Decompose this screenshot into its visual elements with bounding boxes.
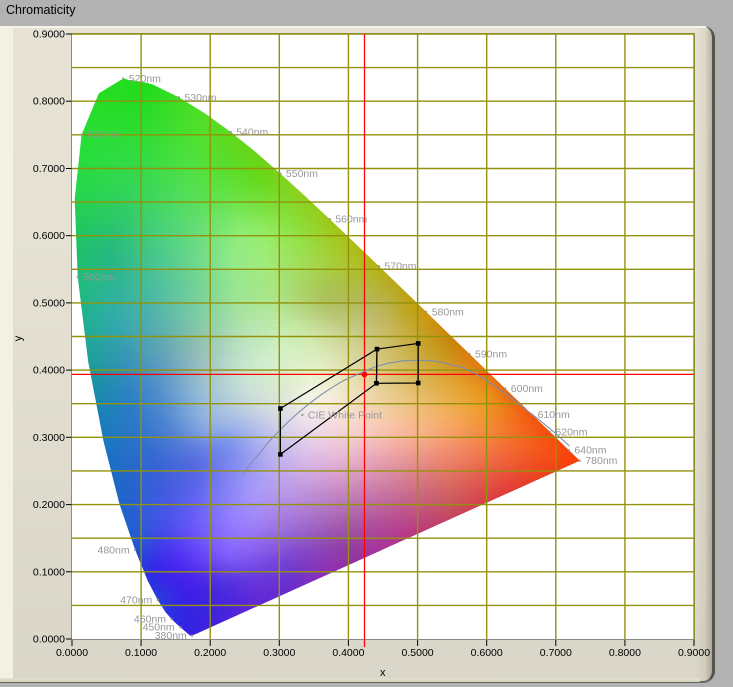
svg-text:0.9000: 0.9000	[678, 647, 710, 659]
svg-text:0.7000: 0.7000	[540, 647, 572, 659]
svg-text:510nm: 510nm	[87, 129, 119, 141]
svg-text:0.8000: 0.8000	[609, 647, 641, 659]
svg-text:480nm: 480nm	[97, 544, 129, 556]
svg-text:0.5000: 0.5000	[402, 647, 434, 659]
svg-text:0.9000: 0.9000	[33, 29, 65, 41]
svg-text:500nm: 500nm	[83, 272, 115, 284]
svg-text:0.5000: 0.5000	[33, 297, 65, 309]
svg-text:0.2000: 0.2000	[33, 499, 65, 511]
svg-text:y: y	[13, 335, 25, 341]
svg-text:520nm: 520nm	[129, 73, 161, 85]
svg-text:570nm: 570nm	[384, 261, 416, 273]
svg-text:550nm: 550nm	[286, 168, 318, 180]
svg-text:0.1000: 0.1000	[33, 566, 65, 578]
svg-text:620nm: 620nm	[555, 426, 587, 438]
svg-text:0.1000: 0.1000	[125, 647, 157, 659]
svg-text:600nm: 600nm	[511, 383, 543, 395]
svg-text:0.0000: 0.0000	[33, 634, 65, 646]
svg-text:780nm: 780nm	[585, 455, 617, 467]
svg-text:0.3000: 0.3000	[33, 432, 65, 444]
svg-text:590nm: 590nm	[475, 348, 507, 360]
svg-text:0.6000: 0.6000	[33, 230, 65, 242]
svg-text:0.3000: 0.3000	[263, 647, 295, 659]
svg-text:0.8000: 0.8000	[33, 96, 65, 108]
svg-text:560nm: 560nm	[335, 214, 367, 226]
svg-text:0.2000: 0.2000	[194, 647, 226, 659]
svg-text:0.6000: 0.6000	[471, 647, 503, 659]
svg-text:0.0000: 0.0000	[56, 647, 88, 659]
svg-text:0.4000: 0.4000	[33, 365, 65, 377]
svg-text:0.4000: 0.4000	[332, 647, 364, 659]
svg-text:580nm: 580nm	[432, 306, 464, 318]
svg-text:540nm: 540nm	[236, 127, 268, 139]
svg-text:CIE White Point: CIE White Point	[308, 409, 382, 421]
svg-text:470nm: 470nm	[120, 595, 152, 607]
svg-text:x: x	[380, 667, 386, 679]
svg-text:0.7000: 0.7000	[33, 163, 65, 175]
svg-text:610nm: 610nm	[538, 409, 570, 421]
svg-text:380nm: 380nm	[155, 630, 187, 642]
svg-text:530nm: 530nm	[184, 92, 216, 104]
